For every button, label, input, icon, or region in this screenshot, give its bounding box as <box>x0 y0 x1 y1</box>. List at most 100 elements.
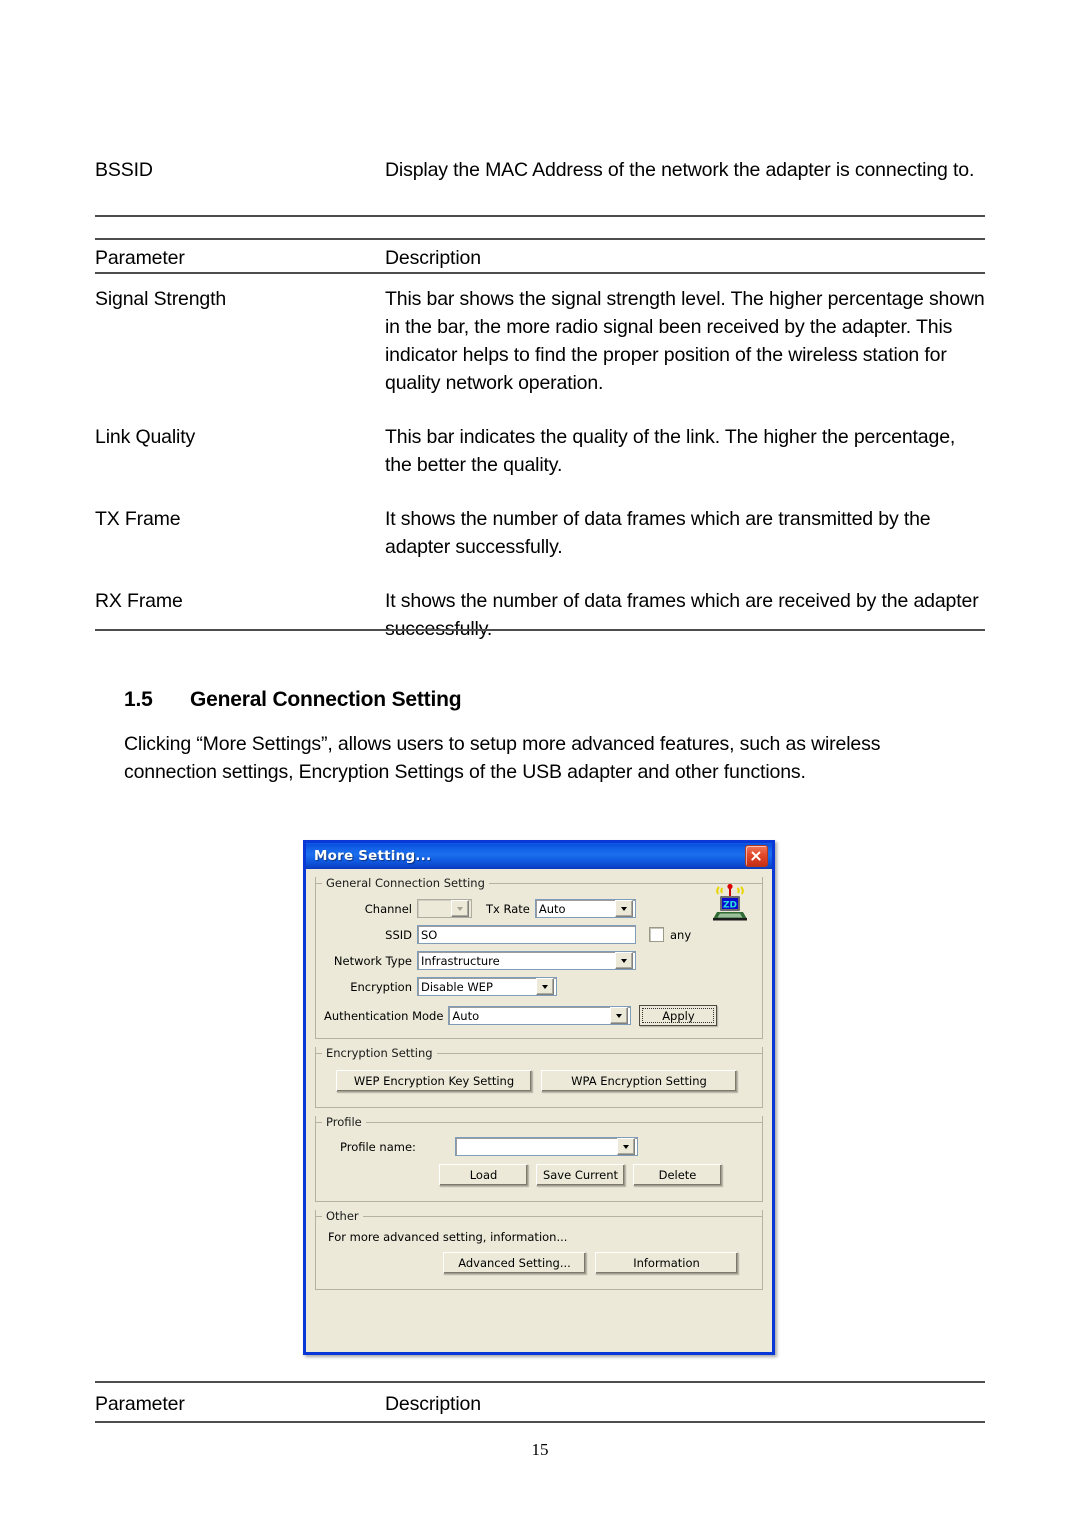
dialog-title: More Setting... <box>314 848 432 864</box>
wpa-button-label: WPA Encryption Setting <box>571 1074 707 1088</box>
save-current-button-label: Save Current <box>542 1168 619 1182</box>
tx-rate-value: Auto <box>538 901 566 916</box>
delete-button-label: Delete <box>658 1168 697 1182</box>
encryption-value: Disable WEP <box>421 979 493 994</box>
table-row: Signal Strength This bar shows the signa… <box>95 277 985 397</box>
more-setting-dialog: More Setting... General Connection Setti… <box>303 840 775 1355</box>
encryption-buttons-row: WEP Encryption Key Setting WPA Encryptio… <box>324 1070 754 1092</box>
legend-rule-right <box>362 1216 762 1218</box>
network-type-label: Network Type <box>333 953 412 968</box>
ssid-label: SSID <box>385 927 412 942</box>
tx-rate-select[interactable]: Auto <box>534 899 636 918</box>
group-legend: Other <box>316 1209 762 1224</box>
legend-rule-right <box>436 1053 762 1055</box>
load-button-label: Load <box>469 1168 498 1182</box>
bssid-table: BSSID Display the MAC Address of the net… <box>95 156 985 184</box>
load-button[interactable]: Load <box>439 1164 528 1186</box>
section-heading: 1.5 General Connection Setting <box>124 688 462 712</box>
network-type-row: Network Type Infrastructure <box>324 951 754 970</box>
table-divider <box>95 1381 985 1383</box>
svg-text:ZD: ZD <box>723 901 737 911</box>
wpa-encryption-setting-button[interactable]: WPA Encryption Setting <box>541 1070 737 1092</box>
row-description: This bar indicates the quality of the li… <box>385 426 956 476</box>
wep-encryption-key-setting-button[interactable]: WEP Encryption Key Setting <box>336 1070 532 1092</box>
other-buttons-row: Advanced Setting... Information <box>324 1252 754 1274</box>
chevron-down-icon <box>615 952 633 969</box>
row-parameter: BSSID <box>95 159 153 181</box>
group-legend: Profile <box>316 1115 762 1130</box>
row-parameter: Signal Strength <box>95 288 227 310</box>
chevron-down-icon <box>610 1007 629 1024</box>
row-parameter: TX Frame <box>95 508 181 530</box>
table-divider <box>95 238 985 240</box>
profile-name-row: Profile name: <box>324 1137 754 1156</box>
section-title: General Connection Setting <box>190 688 462 711</box>
channel-label: Channel <box>364 901 412 916</box>
chevron-down-icon <box>536 978 554 995</box>
chevron-down-icon <box>617 1138 635 1155</box>
profile-name-select[interactable] <box>455 1137 638 1156</box>
authentication-mode-select[interactable]: Auto <box>448 1006 632 1025</box>
document-page: BSSID Display the MAC Address of the net… <box>0 0 1080 1528</box>
delete-button[interactable]: Delete <box>633 1164 722 1186</box>
information-button-label: Information <box>633 1256 700 1270</box>
group-legend: Encryption Setting <box>316 1046 762 1061</box>
profile-name-label: Profile name: <box>340 1139 416 1154</box>
network-type-value: Infrastructure <box>421 953 500 968</box>
row-description: This bar shows the signal strength level… <box>385 288 985 394</box>
parameter-table-body: Signal Strength This bar shows the signa… <box>95 277 985 643</box>
any-label: any <box>670 927 692 942</box>
apply-button[interactable]: Apply <box>639 1005 718 1026</box>
header-parameter: Parameter <box>95 247 185 269</box>
apply-button-label: Apply <box>662 1008 695 1023</box>
table-row: Link Quality This bar indicates the qual… <box>95 397 985 479</box>
encryption-setting-group: Encryption Setting WEP Encryption Key Se… <box>315 1046 763 1108</box>
page-number: 15 <box>531 1440 549 1459</box>
section-number: 1.5 <box>124 688 153 711</box>
table-row: BSSID Display the MAC Address of the net… <box>95 156 985 184</box>
encryption-label: Encryption <box>350 979 412 994</box>
header-parameter: Parameter <box>95 1393 185 1415</box>
row-description: Display the MAC Address of the network t… <box>385 159 975 181</box>
encryption-select[interactable]: Disable WEP <box>417 977 557 996</box>
table-divider <box>95 215 985 217</box>
other-note: For more advanced setting, information..… <box>328 1230 568 1244</box>
profile-buttons-row: Load Save Current Delete <box>324 1164 754 1186</box>
group-legend-label: Profile <box>326 1115 362 1129</box>
group-legend-label: Other <box>326 1209 359 1223</box>
advanced-setting-button[interactable]: Advanced Setting... <box>443 1252 586 1274</box>
section-paragraph: Clicking “More Settings”, allows users t… <box>124 733 881 783</box>
authentication-mode-row: Authentication Mode Auto Apply <box>324 1005 754 1026</box>
table-divider <box>95 272 985 274</box>
ssid-row: SSID SO any <box>324 925 754 944</box>
general-connection-setting-group: General Connection Setting ZD Channel Tx… <box>315 876 763 1039</box>
network-type-select[interactable]: Infrastructure <box>417 951 636 970</box>
dialog-body: General Connection Setting ZD Channel Tx… <box>306 869 772 1296</box>
save-current-button[interactable]: Save Current <box>536 1164 625 1186</box>
channel-row: Channel Tx Rate Auto <box>324 899 754 918</box>
parameter-table-header: Parameter Description <box>95 244 985 272</box>
header-description: Description <box>385 247 481 269</box>
group-legend-label: General Connection Setting <box>326 876 485 890</box>
close-icon[interactable] <box>745 845 768 867</box>
chevron-down-icon <box>451 900 469 917</box>
row-parameter: Link Quality <box>95 426 196 448</box>
any-checkbox[interactable] <box>649 927 664 942</box>
table-header-row: Parameter Description <box>95 244 985 272</box>
row-description: It shows the number of data frames which… <box>385 508 931 558</box>
ssid-input[interactable]: SO <box>417 925 636 944</box>
tx-rate-label: Tx Rate <box>486 901 530 916</box>
table-row: TX Frame It shows the number of data fra… <box>95 479 985 561</box>
dialog-titlebar[interactable]: More Setting... <box>303 840 775 869</box>
information-button[interactable]: Information <box>595 1252 738 1274</box>
ssid-value: SO <box>421 927 438 942</box>
channel-select[interactable] <box>417 899 472 918</box>
encryption-row: Encryption Disable WEP <box>324 977 754 996</box>
table-divider <box>95 1421 985 1423</box>
wep-button-label: WEP Encryption Key Setting <box>353 1074 515 1088</box>
table-divider <box>95 629 985 631</box>
group-legend: General Connection Setting <box>316 876 762 891</box>
authentication-mode-label: Authentication Mode <box>324 1008 444 1023</box>
authentication-mode-value: Auto <box>452 1008 480 1023</box>
other-group: Other For more advanced setting, informa… <box>315 1209 763 1290</box>
